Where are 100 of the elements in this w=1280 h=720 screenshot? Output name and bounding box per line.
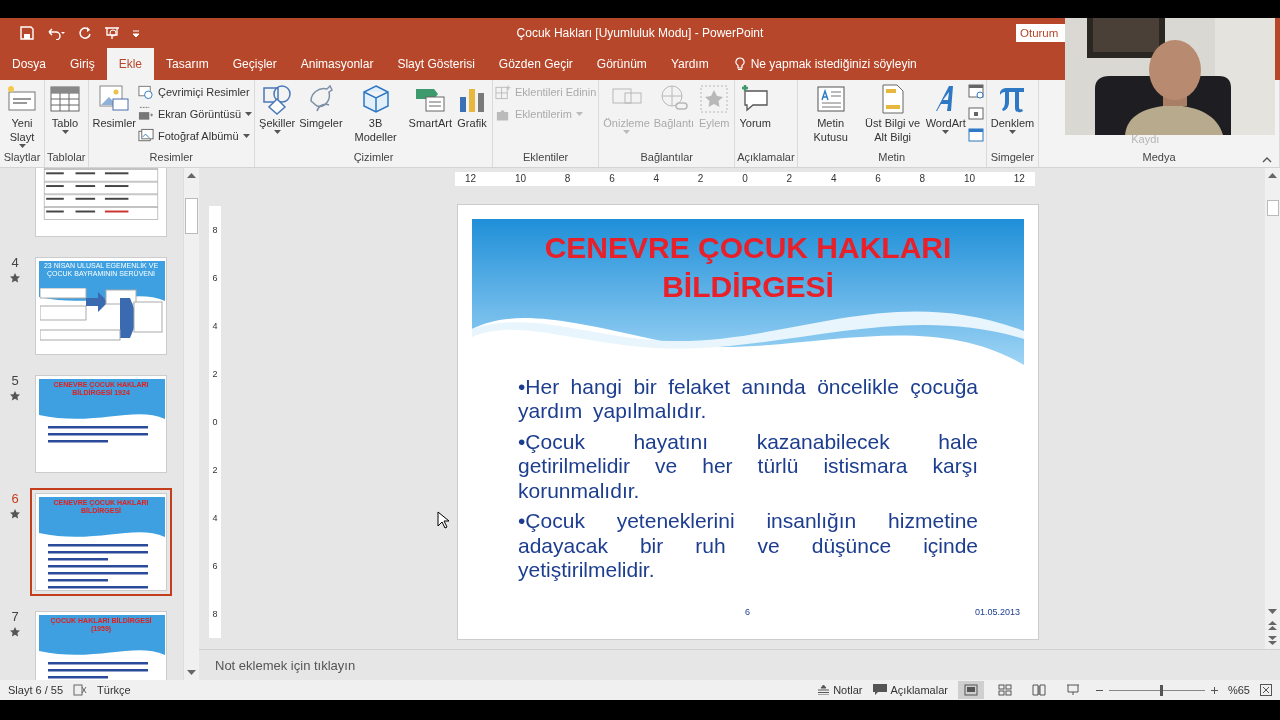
ribbon-button[interactable]: Çevrimiçi Resimler: [137, 82, 253, 102]
vertical-ruler: 8 6 4 2 0 2 4 6 8: [209, 205, 221, 638]
ribbon-label: Kaydı: [1130, 131, 1160, 145]
caret-icon: [1008, 129, 1016, 134]
ribbon-tab[interactable]: Yardım: [658, 47, 721, 80]
group-label: Simgeler: [990, 150, 1035, 165]
next-slide-icon[interactable]: [1268, 636, 1277, 646]
caret-icon: [623, 129, 631, 134]
group-label: Resimler: [149, 150, 193, 165]
ribbon-button[interactable]: Denklem: [988, 82, 1037, 134]
animation-star-icon: [10, 272, 20, 283]
ribbon-button[interactable]: Resimler: [90, 82, 138, 130]
comments-button[interactable]: Açıklamalar: [872, 684, 948, 696]
caret-icon: [242, 134, 250, 139]
slideshow-icon: [1065, 684, 1080, 696]
shapes-icon: [261, 82, 294, 115]
notes-button[interactable]: Notlar: [818, 684, 863, 696]
collapse-icon[interactable]: [1262, 156, 1272, 163]
ribbon-tab[interactable]: Dosya: [0, 47, 58, 80]
caret-icon: [18, 143, 26, 148]
scroll-up-icon[interactable]: [187, 171, 196, 178]
bullet-text: •Her hangi bir felaket anında öncelikle çocuğa yardım yapılmalıdır.: [518, 374, 978, 424]
window-title: Çocuk Hakları [Uyumluluk Modu] - PowerPoint: [516, 25, 764, 40]
sign-in-button[interactable]: Oturum: [1016, 24, 1065, 42]
ribbon-button[interactable]: Tablo: [47, 82, 83, 134]
ribbon-tab[interactable]: Animasyonlar: [288, 47, 386, 80]
globe-picture-icon: [137, 84, 154, 101]
slide-number: 6: [11, 490, 19, 506]
bullet-text: •Çocuk yeteneklerini insanlığın hizmetine adayacak bir ruh ve düşünce içinde yetiştirilmelidir.: [518, 509, 978, 583]
language-label[interactable]: Türkçe: [97, 684, 131, 696]
zoom-in-icon[interactable]: [1210, 686, 1218, 694]
fit-to-window-icon[interactable]: [1260, 684, 1272, 696]
ribbon-button[interactable]: Şekiller: [257, 82, 298, 134]
ribbon-button[interactable]: Ekran Görüntüsü: [137, 104, 253, 124]
horizontal-ruler: 12 10 8 6 4 2 0 2 4 6 8 10 12: [455, 171, 1035, 186]
calendar-icon[interactable]: [967, 82, 984, 99]
ribbon-tab[interactable]: Görünüm: [584, 47, 659, 80]
slide[interactable]: [457, 203, 1039, 640]
ribbon-button[interactable]: WordArt: [923, 82, 968, 134]
ribbon-tab[interactable]: Ekle: [106, 47, 155, 80]
scrollbar-thumb[interactable]: [1266, 200, 1279, 217]
slide-number: 4: [11, 254, 19, 270]
slide-number: 5: [11, 372, 19, 388]
spelling-icon[interactable]: [73, 684, 88, 696]
group-label: Eklentiler: [523, 150, 569, 165]
ribbon-button[interactable]: SmartArt: [406, 82, 454, 130]
save-icon[interactable]: [20, 25, 34, 40]
animation-star-icon: [10, 626, 20, 637]
ribbon-tab[interactable]: Geçişler: [220, 47, 289, 80]
ribbon-button[interactable]: Yeni Slayt: [2, 82, 42, 148]
animation-star-icon: [10, 390, 20, 401]
slide-number: 6: [745, 606, 750, 617]
ribbon-button[interactable]: Simgeler: [297, 82, 345, 130]
number-box-icon[interactable]: [967, 104, 984, 121]
slide-counter: Slayt 6 / 55: [8, 684, 64, 696]
notes-field[interactable]: Not eklemek için tıklayın: [215, 657, 356, 673]
redo-icon[interactable]: [78, 25, 92, 40]
group-label: Medya: [1142, 150, 1176, 165]
group-label: Açıklamalar: [737, 150, 795, 165]
ribbon-button[interactable]: Üst Bilgi ve Alt Bilgi: [861, 82, 924, 144]
slide-title: CENEVRE ÇOCUK HAKLARI BİLDİRGESİ: [543, 229, 953, 305]
undo-icon[interactable]: [46, 25, 66, 40]
scroll-up-icon[interactable]: [1268, 171, 1277, 178]
ribbon-button[interactable]: 3B Modeller: [344, 82, 407, 144]
caret-icon: [273, 129, 281, 134]
group-label: Bağlantılar: [640, 150, 694, 165]
zoom-thumb[interactable]: [1160, 684, 1164, 696]
bullet-text: •Çocuk hayatını kazanabilecek hale getirilmelidir ve her türlü istismara karşı korunmalıdır.: [518, 429, 978, 504]
ribbon-tab[interactable]: Giriş: [58, 47, 107, 80]
caret-icon: [245, 112, 253, 117]
caret-icon: [575, 112, 583, 117]
ribbon-button[interactable]: Metin Kutusu: [799, 82, 862, 144]
window-icon[interactable]: [967, 126, 984, 143]
cursor-icon: [437, 510, 449, 529]
group-label: Tablolar: [47, 150, 86, 165]
group-label: Slaytlar: [3, 150, 41, 165]
ribbon-button[interactable]: Fotoğraf Albümü: [137, 126, 253, 146]
zoom-level[interactable]: %65: [1227, 684, 1250, 696]
normal-view-icon: [963, 684, 978, 696]
scroll-down-icon[interactable]: [1268, 609, 1277, 616]
ribbon-button[interactable]: Yorum: [737, 82, 774, 130]
scrollbar-thumb[interactable]: [185, 197, 198, 234]
view-button[interactable]: [957, 681, 984, 699]
ribbon-tab[interactable]: Slayt Gösterisi: [385, 47, 487, 80]
camera-icon: [137, 106, 154, 123]
caret-icon: [942, 129, 950, 134]
customize-icon[interactable]: [132, 28, 140, 37]
notes-icon: [818, 685, 830, 695]
slide-number: 7: [11, 608, 19, 624]
tell-me-field[interactable]: Ne yapmak istediğinizi söyleyin: [750, 56, 917, 71]
ribbon-button[interactable]: Grafik: [454, 82, 490, 130]
ribbon-tab[interactable]: Gözden Geçir: [486, 47, 585, 80]
group-label: Çizimler: [353, 150, 394, 165]
previous-slide-icon[interactable]: [1268, 621, 1277, 631]
ribbon-tab[interactable]: Tasarım: [154, 47, 221, 80]
lightbulb-icon: [734, 56, 745, 71]
grid-plus-icon: [495, 84, 511, 101]
slide-date: 01.05.2013: [974, 606, 1020, 617]
scroll-down-icon[interactable]: [187, 670, 196, 676]
presentation-icon[interactable]: [104, 25, 120, 40]
